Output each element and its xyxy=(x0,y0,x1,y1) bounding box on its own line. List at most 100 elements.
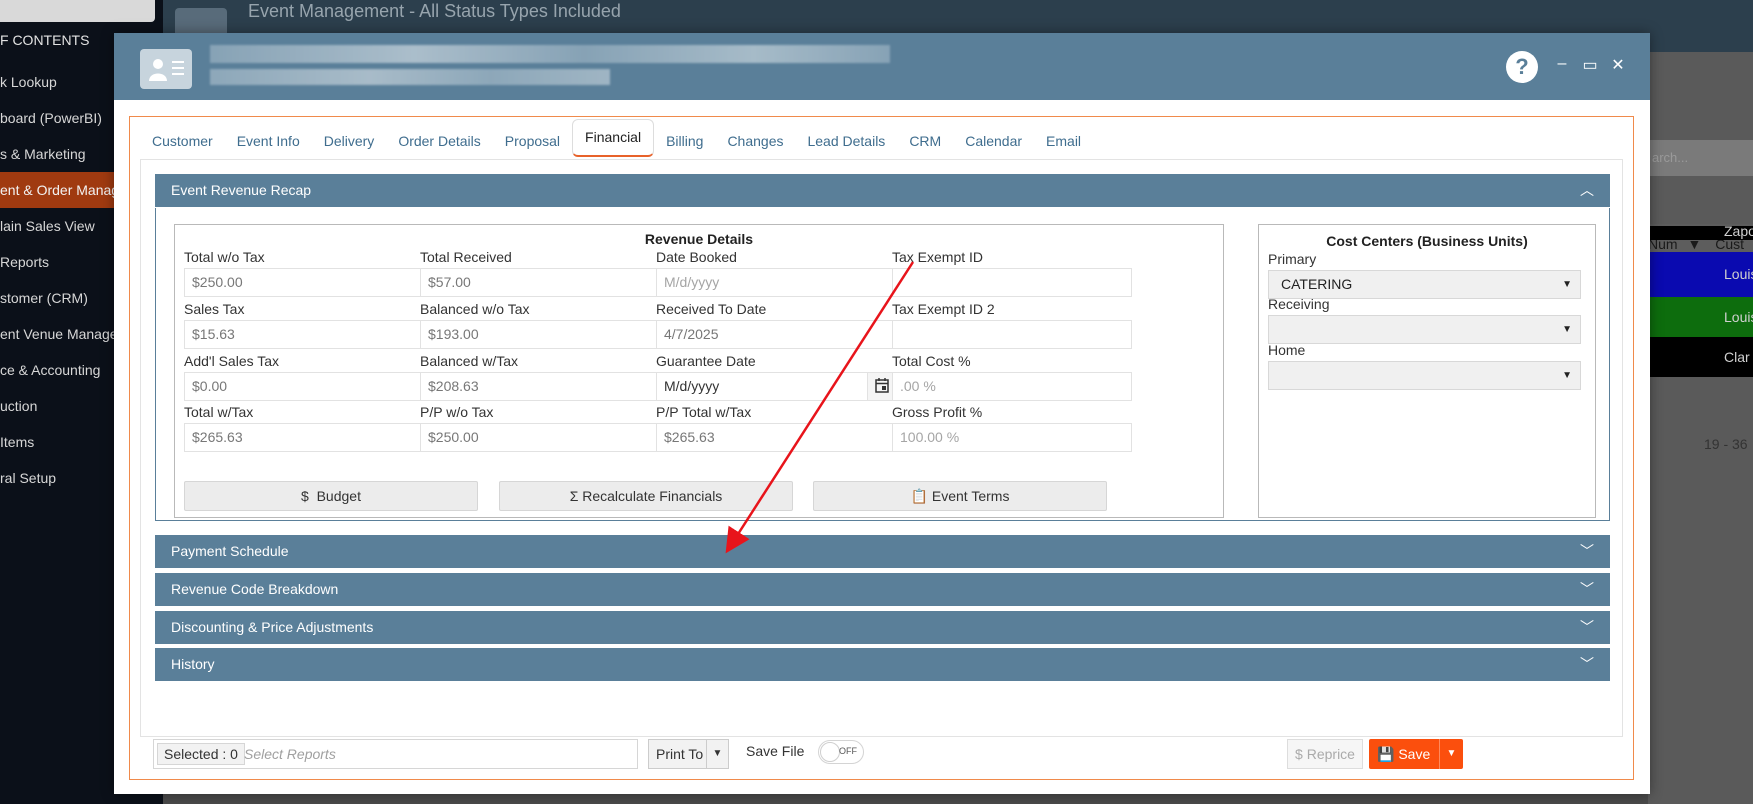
total-received-input[interactable]: $57.00 xyxy=(420,268,660,297)
toggle-state: OFF xyxy=(839,746,857,756)
save-file-toggle[interactable]: OFF xyxy=(818,740,864,764)
pp-total-w-tax-input[interactable]: $265.63 xyxy=(656,423,896,452)
home-select[interactable]: ▼ xyxy=(1268,361,1581,390)
caret-down-icon[interactable]: ▼ xyxy=(1439,739,1463,769)
revenue-details-box: Revenue Details Total w/o Tax $250.00 To… xyxy=(174,224,1224,518)
minimize-button[interactable]: – xyxy=(1552,55,1572,73)
total-cost-pct-field: Total Cost % .00 % xyxy=(892,351,1132,401)
budget-button-label: Budget xyxy=(316,488,361,504)
total-wo-tax-field: Total w/o Tax $250.00 xyxy=(184,247,424,297)
field-label: Total w/o Tax xyxy=(184,249,265,265)
section-title: History xyxy=(171,656,215,672)
background-grid: arch... Num ▼ Cust Zapo Louis Louis Clar… xyxy=(1648,52,1753,804)
maximize-button[interactable]: ▭ xyxy=(1580,55,1600,75)
received-to-date-field: Received To Date 4/7/2025 xyxy=(656,299,896,349)
addl-sales-tax-field: Add'l Sales Tax $0.00 xyxy=(184,351,424,401)
gross-profit-pct-field: Gross Profit % 100.00 % xyxy=(892,402,1132,452)
caret-down-icon: ▼ xyxy=(1562,370,1572,381)
field-label: Add'l Sales Tax xyxy=(184,353,280,369)
tab-financial[interactable]: Financial xyxy=(572,119,655,157)
section-history[interactable]: History ﹀ xyxy=(155,648,1610,681)
tab-crm[interactable]: CRM xyxy=(897,123,953,159)
section-title: Event Revenue Recap xyxy=(171,182,312,198)
reprice-button[interactable]: $ Reprice xyxy=(1287,739,1363,769)
received-to-date-input[interactable]: 4/7/2025 xyxy=(656,320,896,349)
tab-billing[interactable]: Billing xyxy=(654,123,715,159)
contact-card-icon xyxy=(140,49,192,89)
field-label: Received To Date xyxy=(656,301,767,317)
recalculate-financials-button[interactable]: Σ Recalculate Financials xyxy=(499,481,793,511)
chevron-down-icon: ﹀ xyxy=(1580,543,1594,559)
field-label: Balanced w/o Tax xyxy=(420,301,530,317)
print-to-button[interactable]: Print To ▼ xyxy=(648,739,729,769)
tab-customer[interactable]: Customer xyxy=(140,123,225,159)
sidebar-search-box xyxy=(0,0,155,22)
chevron-up-icon: ︿ xyxy=(1580,182,1594,198)
tab-event-info[interactable]: Event Info xyxy=(225,123,312,159)
field-label: Home xyxy=(1268,342,1306,358)
field-label: Total w/Tax xyxy=(184,404,254,420)
primary-select-group: Primary CATERING ▼ xyxy=(1268,249,1581,299)
sales-tax-field: Sales Tax $15.63 xyxy=(184,299,424,349)
field-label: Guarantee Date xyxy=(656,353,756,369)
tab-proposal[interactable]: Proposal xyxy=(493,123,572,159)
balanced-w-tax-input[interactable]: $208.63 xyxy=(420,372,660,401)
section-revenue-code-breakdown[interactable]: Revenue Code Breakdown ﹀ xyxy=(155,573,1610,606)
chevron-down-icon: ﹀ xyxy=(1580,656,1594,672)
section-title: Discounting & Price Adjustments xyxy=(171,619,374,635)
section-payment-schedule[interactable]: Payment Schedule ﹀ xyxy=(155,535,1610,568)
grid-row: Louis xyxy=(1648,252,1753,297)
tab-calendar[interactable]: Calendar xyxy=(953,123,1034,159)
chevron-down-icon: ﹀ xyxy=(1580,581,1594,597)
section-title: Revenue Code Breakdown xyxy=(171,581,339,597)
budget-button[interactable]: $ Budget xyxy=(184,481,478,511)
toc-label: F CONTENTS xyxy=(0,32,90,48)
section-event-revenue-recap[interactable]: Event Revenue Recap ︿ xyxy=(155,174,1610,207)
select-reports-placeholder: Select Reports xyxy=(244,746,336,762)
chevron-down-icon: ﹀ xyxy=(1580,619,1594,635)
caret-down-icon: ▼ xyxy=(1562,324,1572,335)
date-booked-input[interactable]: M/d/yyyy xyxy=(656,268,896,297)
guarantee-date-input[interactable]: M/d/yyyy xyxy=(656,372,896,401)
caret-down-icon[interactable]: ▼ xyxy=(706,740,728,768)
tab-email[interactable]: Email xyxy=(1034,123,1093,159)
sales-tax-input[interactable]: $15.63 xyxy=(184,320,424,349)
help-icon[interactable]: ? xyxy=(1506,51,1538,83)
event-terms-button[interactable]: 📋 Event Terms xyxy=(813,481,1107,511)
field-label: Receiving xyxy=(1268,296,1330,312)
grid-page-count: 19 - 36 xyxy=(1704,436,1748,452)
field-label: Date Booked xyxy=(656,249,737,265)
tab-lead-details[interactable]: Lead Details xyxy=(795,123,897,159)
receiving-select-group: Receiving ▼ xyxy=(1268,294,1581,344)
report-selector[interactable]: Selected : 0 Select Reports xyxy=(153,739,638,769)
pp-wo-tax-field: P/P w/o Tax $250.00 xyxy=(420,402,660,452)
recap-body: Revenue Details Total w/o Tax $250.00 To… xyxy=(155,208,1610,521)
balanced-wo-tax-input[interactable]: $193.00 xyxy=(420,320,660,349)
guarantee-date-field: Guarantee Date M/d/yyyy xyxy=(656,351,896,401)
background-title: Event Management - All Status Types Incl… xyxy=(248,1,621,21)
total-cost-pct-input[interactable]: .00 % xyxy=(892,372,1132,401)
addl-sales-tax-input[interactable]: $0.00 xyxy=(184,372,424,401)
tab-order-details[interactable]: Order Details xyxy=(386,123,492,159)
section-discounting[interactable]: Discounting & Price Adjustments ﹀ xyxy=(155,611,1610,644)
cost-centers-title: Cost Centers (Business Units) xyxy=(1326,233,1528,249)
pp-wo-tax-input[interactable]: $250.00 xyxy=(420,423,660,452)
tax-exempt-id-input[interactable] xyxy=(892,268,1132,297)
total-w-tax-input[interactable]: $265.63 xyxy=(184,423,424,452)
clipboard-icon: 📋 xyxy=(910,488,928,504)
cost-centers-box: Cost Centers (Business Units) Primary CA… xyxy=(1258,224,1596,518)
tax-exempt-id2-input[interactable] xyxy=(892,320,1132,349)
gross-profit-pct-input[interactable]: 100.00 % xyxy=(892,423,1132,452)
event-terms-button-label: Event Terms xyxy=(931,488,1010,504)
tab-changes[interactable]: Changes xyxy=(715,123,795,159)
section-title: Payment Schedule xyxy=(171,543,289,559)
close-button[interactable]: ✕ xyxy=(1608,55,1628,75)
calendar-icon[interactable] xyxy=(867,373,895,400)
tax-exempt-id-field: Tax Exempt ID xyxy=(892,247,1132,297)
modal-subtitle-redacted xyxy=(210,69,610,85)
field-label: P/P Total w/Tax xyxy=(656,404,752,420)
field-label: Total Received xyxy=(420,249,512,265)
tab-delivery[interactable]: Delivery xyxy=(312,123,387,159)
total-wo-tax-input[interactable]: $250.00 xyxy=(184,268,424,297)
save-button[interactable]: 💾 Save ▼ xyxy=(1369,739,1463,769)
